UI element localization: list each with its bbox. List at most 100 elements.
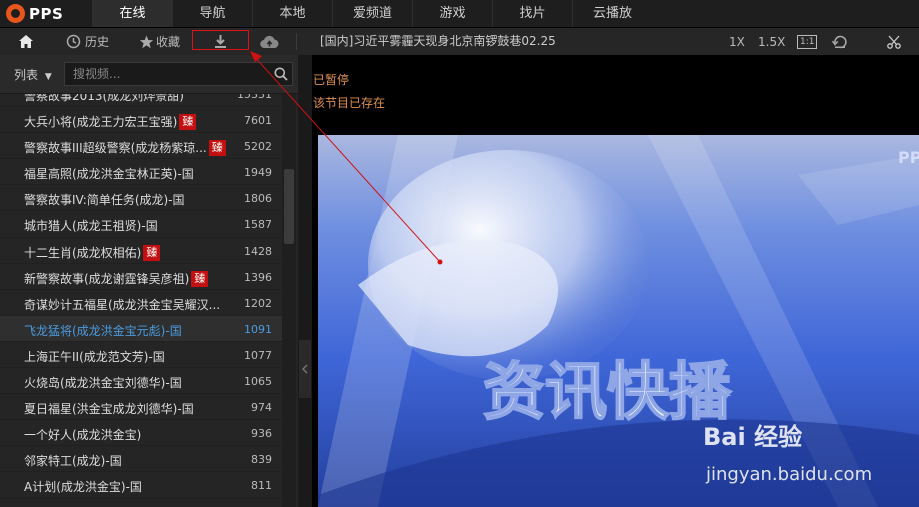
logo-text: PPS [29,4,64,23]
hd-badge: 臻 [143,244,161,261]
hd-badge: 臻 [191,270,209,287]
list-item[interactable]: 警察故事2013(成龙刘烨景甜) 15331 [0,94,282,108]
now-playing-title: [国内]习近平雾霾天现身北京南锣鼓巷02.25 [320,34,556,48]
list-item-selected[interactable]: 飞龙猛将(成龙洪金宝元彪)-国 1091 [0,315,282,342]
speed-1x-button[interactable]: 1X [729,28,745,55]
list-item-count: 15331 [237,94,272,101]
list-item-title: 奇谋妙计五福星(成龙洪金宝吴耀汉... [24,297,221,312]
list-item[interactable]: 城市猎人(成龙王祖贤)-国 1587 [0,211,282,238]
list-item-title: 十二生肖(成龙权相佑) [24,245,142,260]
list-item-count: 1806 [244,192,272,206]
list-item[interactable]: 奇谋妙计五福星(成龙洪金宝吴耀汉... 1202 [0,290,282,316]
scrollbar-thumb[interactable] [284,169,294,244]
home-button[interactable] [18,28,34,55]
tab-cloud-play[interactable]: 云播放 [572,0,652,27]
list-item-count: 1396 [244,270,272,284]
speed-1.5x-button[interactable]: 1.5X [758,28,785,55]
hd-badge: 臻 [179,114,197,131]
list-item-title: 警察故事III超级警察(成龙杨紫琼... [24,141,207,156]
list-item-title: 大兵小将(成龙王力宏王宝强) [24,115,178,130]
speed-1x-label: 1X [729,34,745,49]
sidebar: 列表 ▼ 警察故事2013(成龙刘烨景甜) 15331 大兵小将(成龙王力宏王宝强… [0,55,298,507]
favorites-button[interactable]: 收藏 [139,28,180,55]
list-item-title: 一个好人(成龙洪金宝) [24,428,142,443]
clock-icon [66,34,81,49]
star-icon [139,35,154,48]
scissors-icon [887,35,901,49]
list-item-title: A计划(成龙洪金宝)-国 [24,480,142,495]
aspect-ratio-button[interactable]: 1:1 [797,28,818,55]
tab-online[interactable]: 在线 [92,0,172,27]
video-frame-graphic: 资讯快播 PP Bai 经验 jingyan.baidu.com [318,135,919,507]
video-list: 警察故事2013(成龙刘烨景甜) 15331 大兵小将(成龙王力宏王宝强) 臻 760… [0,94,282,507]
watermark-url: jingyan.baidu.com [705,464,872,485]
main-tabs: 在线 导航 本地 爱频道 游戏 找片 云播放 [92,0,652,27]
list-item-title: 新警察故事(成龙谢霆锋吴彦祖) [24,271,190,286]
list-item-title: 火烧岛(成龙洪金宝刘德华)-国 [24,376,182,391]
list-item[interactable]: 一个好人(成龙洪金宝) 936 [0,420,282,447]
history-button[interactable]: 历史 [66,28,109,55]
list-item-count: 1587 [244,218,272,232]
rotate-button[interactable] [832,28,849,55]
list-item-count: 1065 [244,375,272,389]
pps-logo-icon [6,4,25,23]
list-item-count: 839 [251,453,272,467]
tab-find-movie[interactable]: 找片 [492,0,572,27]
list-scrollbar[interactable] [282,94,296,507]
watermark-brand: Bai 经验 [703,423,802,451]
toolbar-divider [296,33,297,50]
list-item[interactable]: 大兵小将(成龙王力宏王宝强) 臻 7601 [0,107,282,134]
list-item-count: 7601 [244,114,272,128]
corner-channel-logo: PP [898,148,919,167]
list-header: 列表 ▼ [0,55,298,94]
paused-status: 已暂停 [313,73,350,87]
cloud-button[interactable] [260,28,279,55]
tab-local[interactable]: 本地 [252,0,332,27]
tab-channels[interactable]: 爱频道 [332,0,412,27]
tab-navigation[interactable]: 导航 [172,0,252,27]
home-icon [19,35,33,48]
list-item[interactable]: 福星高照(成龙洪金宝林正英)-国 1949 [0,159,282,186]
list-item[interactable]: 警察故事III超级警察(成龙杨紫琼... 臻 5202 [0,133,282,160]
top-bar: PPS 在线 导航 本地 爱频道 游戏 找片 云播放 [0,0,919,28]
search-box [64,62,293,86]
list-item[interactable]: 夏日福星(洪金宝成龙刘德华)-国 974 [0,394,282,421]
list-item-count: 1428 [244,244,272,258]
list-item[interactable]: 新警察故事(成龙谢霆锋吴彦祖) 臻 1396 [0,264,282,290]
app-logo[interactable]: PPS [6,3,63,24]
list-item-title: 邻家特工(成龙)-国 [24,454,122,469]
list-item-count: 1202 [244,296,272,310]
screenshot-button[interactable] [887,28,901,55]
sidebar-collapse-button[interactable] [299,340,311,398]
list-item[interactable]: 火烧岛(成龙洪金宝刘德华)-国 1065 [0,368,282,395]
video-frame[interactable]: 资讯快播 PP Bai 经验 jingyan.baidu.com [318,135,919,507]
cloud-icon [260,35,279,48]
list-item-count: 811 [251,479,272,493]
list-dropdown[interactable]: 列表 ▼ [14,66,52,83]
search-input[interactable] [73,66,263,82]
history-label: 历史 [85,35,110,49]
list-item[interactable]: 警察故事IV:简单任务(成龙)-国 1806 [0,185,282,212]
list-item-count: 974 [251,401,272,415]
list-item-title: 警察故事2013(成龙刘烨景甜) [24,94,184,103]
list-item[interactable]: A计划(成龙洪金宝)-国 811 [0,472,282,499]
list-item-title: 上海正午II(成龙范文芳)-国 [24,349,165,364]
already-exists-status: 该节目已存在 [313,96,386,110]
list-item[interactable]: 邻家特工(成龙)-国 839 [0,446,282,473]
list-item-count: 1949 [244,166,272,180]
list-item-count: 1091 [244,322,272,336]
list-item-title: 警察故事IV:简单任务(成龙)-国 [24,193,185,208]
list-item[interactable]: 十二生肖(成龙权相佑) 臻 1428 [0,238,282,264]
aspect-ratio-label: 1:1 [797,34,818,49]
search-icon[interactable] [274,67,288,81]
list-item-title: 城市猎人(成龙王祖贤)-国 [24,219,158,234]
list-item-count: 936 [251,427,272,441]
list-item-count: 1077 [244,348,272,362]
hd-badge: 臻 [208,140,226,157]
list-dropdown-label: 列表 [14,68,39,82]
list-item[interactable]: 上海正午II(成龙范文芳)-国 1077 [0,342,282,369]
sidebar-collapse-strip [298,55,312,507]
tab-games[interactable]: 游戏 [412,0,492,27]
chevron-down-icon: ▼ [44,72,52,82]
favorites-label: 收藏 [156,35,181,49]
